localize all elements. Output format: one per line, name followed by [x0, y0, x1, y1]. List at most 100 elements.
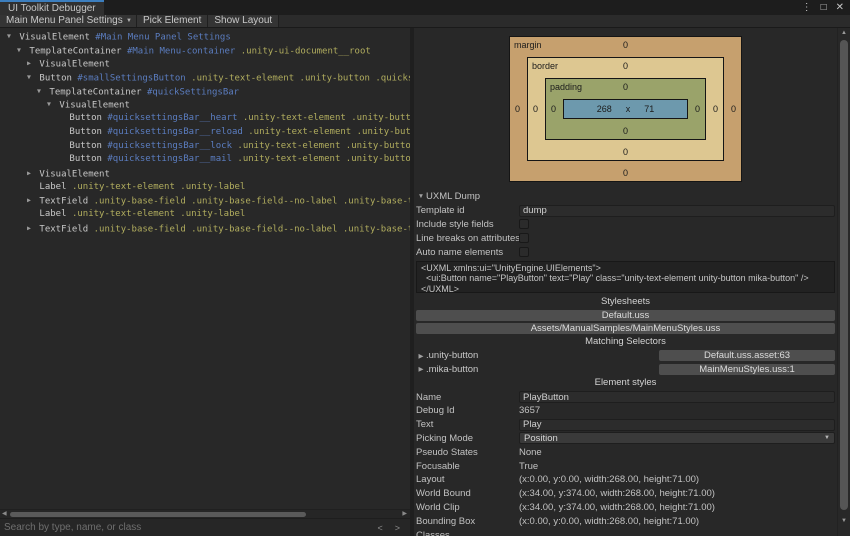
element-type: Button: [69, 126, 102, 137]
tree-row[interactable]: ▶ TextField .unity-base-field .unity-bas…: [0, 194, 410, 208]
box-model-diagram: margin 0 0 0 0 border 0 0 0 0 padding 0 …: [509, 36, 742, 182]
horizontal-scrollbar[interactable]: ◀ ▶: [0, 509, 410, 518]
horizontal-scrollbar-thumb[interactable]: [10, 511, 306, 517]
auto-name-row: Auto name elements: [414, 245, 837, 259]
world-bound-label: World Bound: [416, 488, 471, 500]
element-classes: .unity-text-element .unity-label: [71, 181, 246, 192]
pseudo-states-label: Pseudo States: [416, 446, 478, 458]
uxml-code-block[interactable]: <UXML xmlns:ui="UnityEngine.UIElements">…: [416, 260, 835, 293]
tree-row[interactable]: ▼ VisualElement #Main Menu Panel Setting…: [0, 30, 410, 44]
expander-icon[interactable]: ▶: [24, 57, 34, 71]
main-split: ▼ VisualElement #Main Menu Panel Setting…: [0, 28, 850, 536]
expander-icon[interactable]: ▼: [44, 98, 54, 112]
element-name: #quickSettingsBar: [146, 87, 240, 98]
template-id-input[interactable]: [519, 204, 835, 217]
expander-icon[interactable]: ▼: [4, 30, 14, 44]
expander-icon[interactable]: ▶: [24, 194, 34, 208]
tree-row[interactable]: Button #quicksettingsBar__lock .unity-te…: [0, 140, 410, 154]
tree-row[interactable]: ▼ TemplateContainer #quickSettingsBar: [0, 85, 410, 99]
picking-mode-dropdown[interactable]: Position ▼: [519, 432, 835, 445]
tree-row[interactable]: Label .unity-text-element .unity-label: [0, 208, 410, 222]
auto-name-checkbox[interactable]: [519, 247, 529, 258]
line-breaks-label: Line breaks on attributes: [416, 232, 519, 244]
element-type: VisualElement: [19, 32, 90, 43]
tree-row[interactable]: ▶ VisualElement: [0, 167, 410, 181]
foldout-arrow-icon[interactable]: ▼: [416, 193, 426, 200]
selector-name: .unity-button: [426, 350, 479, 362]
stylesheet-button-mainmenu[interactable]: Assets/ManualSamples/MainMenuStyles.uss: [416, 322, 835, 334]
maximize-icon[interactable]: □: [821, 0, 827, 15]
tree-row[interactable]: ▼ TemplateContainer #Main Menu-container…: [0, 44, 410, 58]
name-input[interactable]: [519, 391, 835, 404]
world-bound-row: World Bound (x:34.00, y:374.00, width:26…: [414, 487, 837, 501]
scroll-right-icon[interactable]: ▶: [402, 510, 407, 518]
vertical-scrollbar[interactable]: ▲ ▼: [837, 28, 850, 536]
tree-row[interactable]: ▼ VisualElement: [0, 98, 410, 112]
panel-selector-label: Main Menu Panel Settings: [6, 15, 123, 26]
tree-row[interactable]: Button #quicksettingsBar__heart .unity-t…: [0, 112, 410, 126]
scroll-down-icon[interactable]: ▼: [838, 518, 850, 524]
expander-icon[interactable]: ▼: [14, 44, 24, 58]
picking-mode-row: Picking Mode Position ▼: [414, 432, 837, 446]
chevron-down-icon: ▼: [126, 18, 132, 24]
window-tab[interactable]: UI Toolkit Debugger: [0, 0, 104, 15]
line-breaks-checkbox[interactable]: [519, 233, 529, 244]
element-type: Label: [39, 181, 67, 192]
expander-icon[interactable]: ▼: [34, 85, 44, 99]
selector-source-button[interactable]: Default.uss.asset:63: [659, 350, 835, 362]
toolbar: Main Menu Panel Settings ▼ Pick Element …: [0, 15, 850, 28]
uxml-dump-foldout[interactable]: ▼ UXML Dump: [414, 190, 837, 204]
element-name: #Main Menu-container: [126, 46, 236, 57]
tree-row[interactable]: ▶ VisualElement: [0, 57, 410, 71]
search-input[interactable]: [4, 522, 372, 533]
tree-row[interactable]: Label .unity-text-element .unity-label: [0, 181, 410, 195]
panel-selector-dropdown[interactable]: Main Menu Panel Settings ▼: [0, 15, 137, 27]
content-height-value: 71: [644, 104, 655, 114]
include-style-fields-checkbox[interactable]: [519, 219, 529, 230]
classes-label: Classes: [416, 529, 450, 536]
search-next-button[interactable]: >: [389, 523, 406, 533]
foldout-arrow-icon[interactable]: ▶: [416, 352, 426, 360]
element-type: Label: [39, 208, 67, 219]
element-classes: .unity-ui-document__root: [240, 46, 371, 57]
title-bar: UI Toolkit Debugger ⋮ □ ✕: [0, 0, 850, 15]
foldout-arrow-icon[interactable]: ▶: [416, 365, 426, 373]
padding-top-value: 0: [622, 82, 628, 92]
show-layout-button[interactable]: Show Layout: [208, 15, 280, 27]
content-size-separator: x: [625, 104, 631, 114]
window-menu-icon[interactable]: ⋮: [802, 0, 812, 15]
tree-row[interactable]: ▶ TextField .unity-base-field .unity-bas…: [0, 222, 410, 236]
expander-icon[interactable]: ▶: [24, 167, 34, 181]
template-id-row: Template id: [414, 204, 837, 218]
tree-row[interactable]: Button #quicksettingsBar__reload .unity-…: [0, 126, 410, 140]
border-top-value: 0: [622, 61, 628, 71]
expander-icon[interactable]: ▶: [24, 222, 34, 236]
close-icon[interactable]: ✕: [836, 0, 844, 15]
margin-bottom-value: 0: [622, 168, 628, 178]
text-input[interactable]: [519, 418, 835, 431]
pick-element-button[interactable]: Pick Element: [137, 15, 209, 27]
debug-id-value: 3657: [519, 405, 541, 417]
search-prev-button[interactable]: <: [371, 523, 388, 533]
tree-row[interactable]: ▼ Button #smallSettingsButton .unity-tex…: [0, 71, 410, 85]
element-tree: ▼ VisualElement #Main Menu Panel Setting…: [0, 28, 410, 509]
focusable-value: True: [519, 460, 539, 472]
scroll-left-icon[interactable]: ◀: [2, 510, 7, 518]
picking-mode-label: Picking Mode: [416, 432, 474, 444]
element-classes: .unity-text-element .unity-button .quick…: [237, 140, 410, 151]
expander-icon[interactable]: ▼: [24, 71, 34, 85]
content-width-value: 268: [596, 104, 612, 114]
element-type: TemplateContainer: [29, 46, 122, 57]
bounding-box-row: Bounding Box (x:0.00, y:0.00, width:268.…: [414, 514, 837, 528]
inspector-panel: margin 0 0 0 0 border 0 0 0 0 padding 0 …: [414, 28, 850, 536]
world-clip-value: (x:34.00, y:374.00, width:268.00, height…: [519, 501, 715, 513]
debug-id-row: Debug Id 3657: [414, 404, 837, 418]
tree-row[interactable]: Button #quicksettingsBar__mail .unity-te…: [0, 153, 410, 167]
stylesheet-button-default[interactable]: Default.uss: [416, 310, 835, 322]
chevron-down-icon: ▼: [824, 435, 830, 442]
template-id-label: Template id: [416, 205, 465, 217]
selector-source-button[interactable]: MainMenuStyles.uss:1: [659, 363, 835, 375]
vertical-scrollbar-thumb[interactable]: [840, 40, 848, 510]
scroll-up-icon[interactable]: ▲: [838, 30, 850, 36]
padding-bottom-value: 0: [622, 126, 628, 136]
